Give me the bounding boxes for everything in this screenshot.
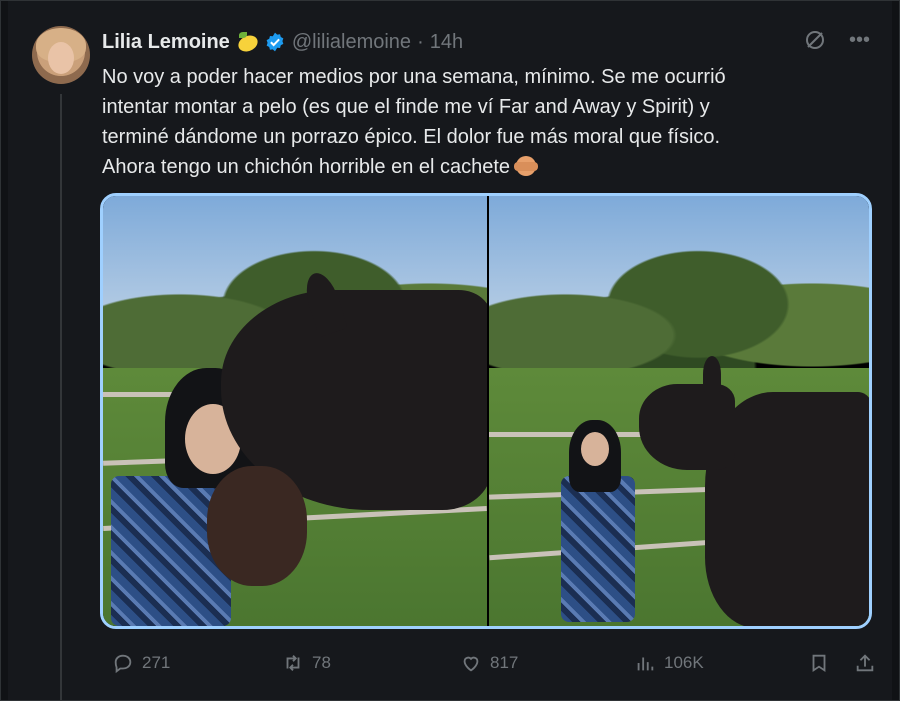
photo-right[interactable] [489, 196, 869, 626]
bookmark-icon [812, 654, 826, 673]
thread-line [60, 94, 62, 701]
horse-muzzle [207, 466, 307, 586]
tweet-text-line: No voy a poder hacer medios por una sema… [102, 66, 726, 88]
photo-left[interactable] [103, 196, 487, 626]
see-no-evil-emoji-icon [514, 154, 539, 178]
separator-dot: · [417, 30, 424, 53]
retweet-icon [286, 655, 300, 671]
avatar[interactable] [32, 26, 90, 84]
left-rail [0, 0, 8, 701]
author-name[interactable]: Lilia Lemoine [102, 31, 230, 54]
tweet-card[interactable]: Lilia Lemoine @lilialemoine · 14h ••• No… [8, 10, 892, 701]
person-face [581, 432, 609, 466]
views-button[interactable]: 106K [634, 652, 704, 674]
more-options-icon[interactable]: ••• [849, 26, 870, 54]
like-button[interactable]: 817 [460, 652, 518, 674]
heart-icon [463, 656, 479, 672]
views-icon [637, 657, 654, 671]
horse-head [639, 384, 735, 470]
share-icon [856, 654, 874, 672]
person-shirt [561, 476, 635, 622]
reply-icon [114, 654, 132, 674]
tweet-text-line: Ahora tengo un chichón horrible en el ca… [102, 152, 842, 182]
views-count: 106K [664, 653, 704, 672]
author-handle[interactable]: @lilialemoine [292, 31, 411, 54]
tweet-header: Lilia Lemoine @lilialemoine · 14h [102, 28, 463, 56]
action-bar: 271 78 817 106K [102, 648, 874, 678]
tweet-text-last: Ahora tengo un chichón horrible en el ca… [102, 156, 511, 178]
like-count: 817 [490, 653, 519, 672]
bookmark-button[interactable] [808, 652, 830, 674]
tweet-text-line: terminé dándome un porrazo épico. El dol… [102, 126, 721, 148]
post-time[interactable]: 14h [430, 31, 463, 54]
lemon-emoji-icon [235, 31, 261, 55]
reply-button[interactable]: 271 [112, 652, 170, 674]
retweet-button[interactable]: 78 [282, 652, 331, 674]
tweet-text-line: intentar montar a pelo (es que el finde … [102, 96, 710, 118]
reply-count: 271 [142, 653, 171, 672]
media-gallery[interactable] [100, 193, 872, 629]
avatar-face [48, 42, 74, 74]
verified-badge-icon[interactable] [264, 31, 286, 53]
horse-ear [703, 356, 721, 392]
top-actions: ••• [803, 26, 870, 54]
grok-icon[interactable] [803, 28, 827, 52]
share-button[interactable] [854, 652, 876, 674]
right-rail [892, 0, 900, 701]
tweet-text: No voy a poder hacer medios por una sema… [102, 62, 842, 182]
retweet-count: 78 [312, 653, 331, 672]
